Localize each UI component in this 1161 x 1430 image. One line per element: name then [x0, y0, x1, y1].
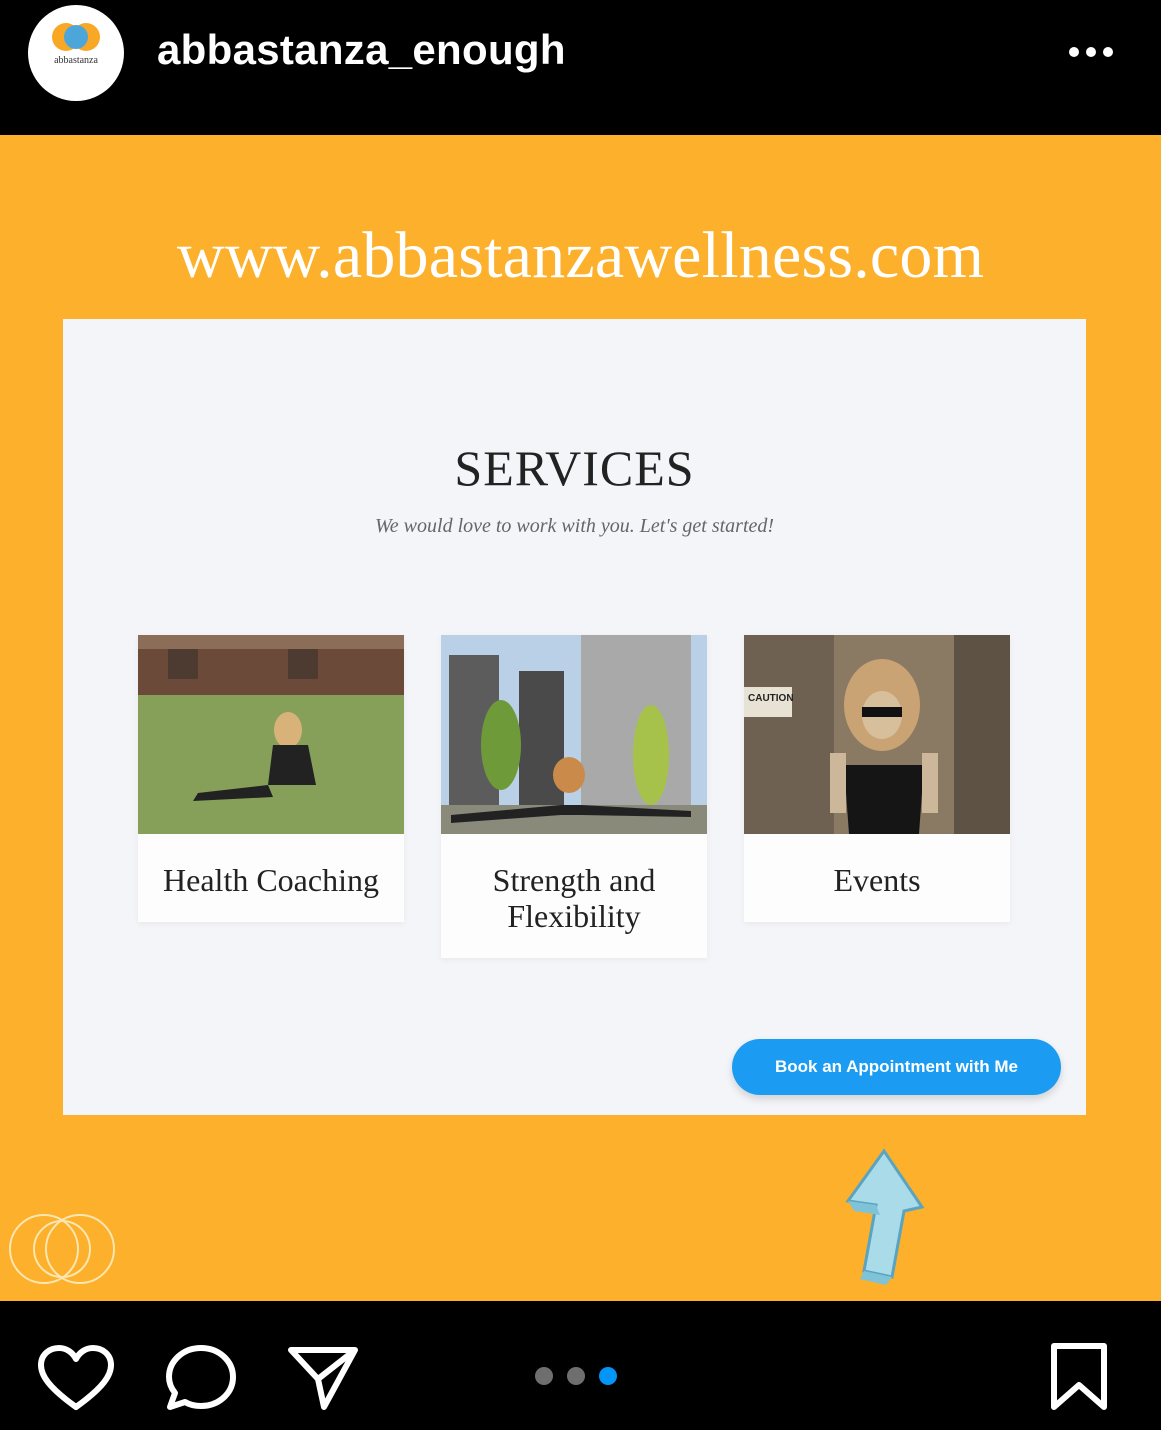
- events-photo: CAUTION: [744, 635, 1010, 834]
- service-card-label: Strength and Flexibility: [492, 862, 656, 934]
- services-subtitle: We would love to work with you. Let's ge…: [374, 515, 775, 537]
- services-title: SERVICES: [454, 440, 695, 496]
- avatar[interactable]: abbastanza: [28, 5, 124, 101]
- health-coaching-photo: [138, 635, 404, 834]
- post-header: abbastanza abbastanza_enough: [0, 0, 1161, 135]
- comment-icon[interactable]: [164, 1343, 238, 1413]
- carousel-dot-active: [599, 1367, 617, 1385]
- heart-icon[interactable]: [38, 1345, 114, 1411]
- abbastanza-logo-icon: [52, 23, 100, 51]
- caution-sign-text: CAUTION: [748, 693, 794, 704]
- book-appointment-button[interactable]: Book an Appointment with Me: [732, 1039, 1061, 1095]
- post-image: www.abbastanzawellness.com SERVICES We w…: [0, 135, 1161, 1301]
- rings-logo-icon: [9, 1214, 115, 1284]
- service-card-health-coaching: Health Coaching: [138, 635, 404, 922]
- share-icon[interactable]: [286, 1343, 360, 1413]
- avatar-logo-text: abbastanza: [54, 55, 98, 66]
- carousel-dot: [535, 1367, 553, 1385]
- site-url: www.abbastanzawellness.com: [176, 219, 985, 292]
- service-card-label: Health Coaching: [163, 862, 379, 898]
- service-card-strength-flexibility: Strength and Flexibility: [441, 635, 707, 958]
- arrow-up-icon: [845, 1148, 925, 1285]
- bookmark-icon[interactable]: [1048, 1341, 1110, 1413]
- strength-flexibility-photo: [441, 635, 707, 834]
- service-card-label: Events: [833, 862, 921, 898]
- more-icon: [1069, 47, 1113, 57]
- website-screenshot: SERVICES We would love to work with you.…: [63, 319, 1086, 1115]
- username[interactable]: abbastanza_enough: [157, 26, 566, 74]
- post-action-bar: [0, 1301, 1161, 1430]
- carousel-dot: [567, 1367, 585, 1385]
- service-card-events: CAUTION Events: [744, 635, 1010, 922]
- more-button[interactable]: [1062, 36, 1122, 68]
